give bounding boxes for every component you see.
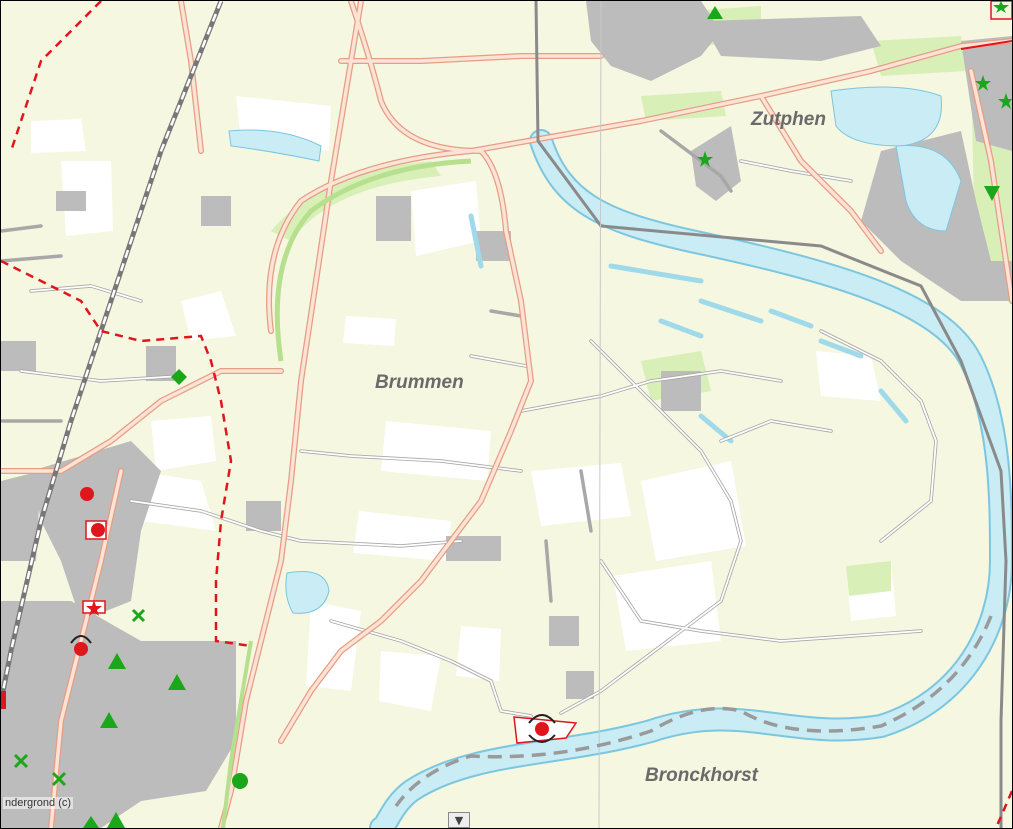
- red-circle-icon[interactable]: [535, 722, 549, 736]
- map-viewport[interactable]: Zutphen Brummen Bronckhorst ndergrond (c…: [0, 0, 1013, 829]
- red-circle-icon[interactable]: [74, 642, 88, 656]
- place-label-brummen[interactable]: Brummen: [375, 372, 464, 393]
- map-copyright: ndergrond (c): [3, 797, 74, 809]
- chevron-down-icon[interactable]: ▼: [448, 812, 470, 828]
- red-edge-marker: [1, 691, 6, 709]
- green-circle-icon[interactable]: [232, 773, 248, 789]
- red-circle-icon[interactable]: [91, 523, 105, 537]
- place-label-zutphen[interactable]: Zutphen: [750, 109, 826, 130]
- map-canvas[interactable]: Zutphen Brummen Bronckhorst: [1, 1, 1012, 828]
- place-label-bronckhorst[interactable]: Bronckhorst: [645, 765, 759, 786]
- red-circle-icon[interactable]: [80, 487, 94, 501]
